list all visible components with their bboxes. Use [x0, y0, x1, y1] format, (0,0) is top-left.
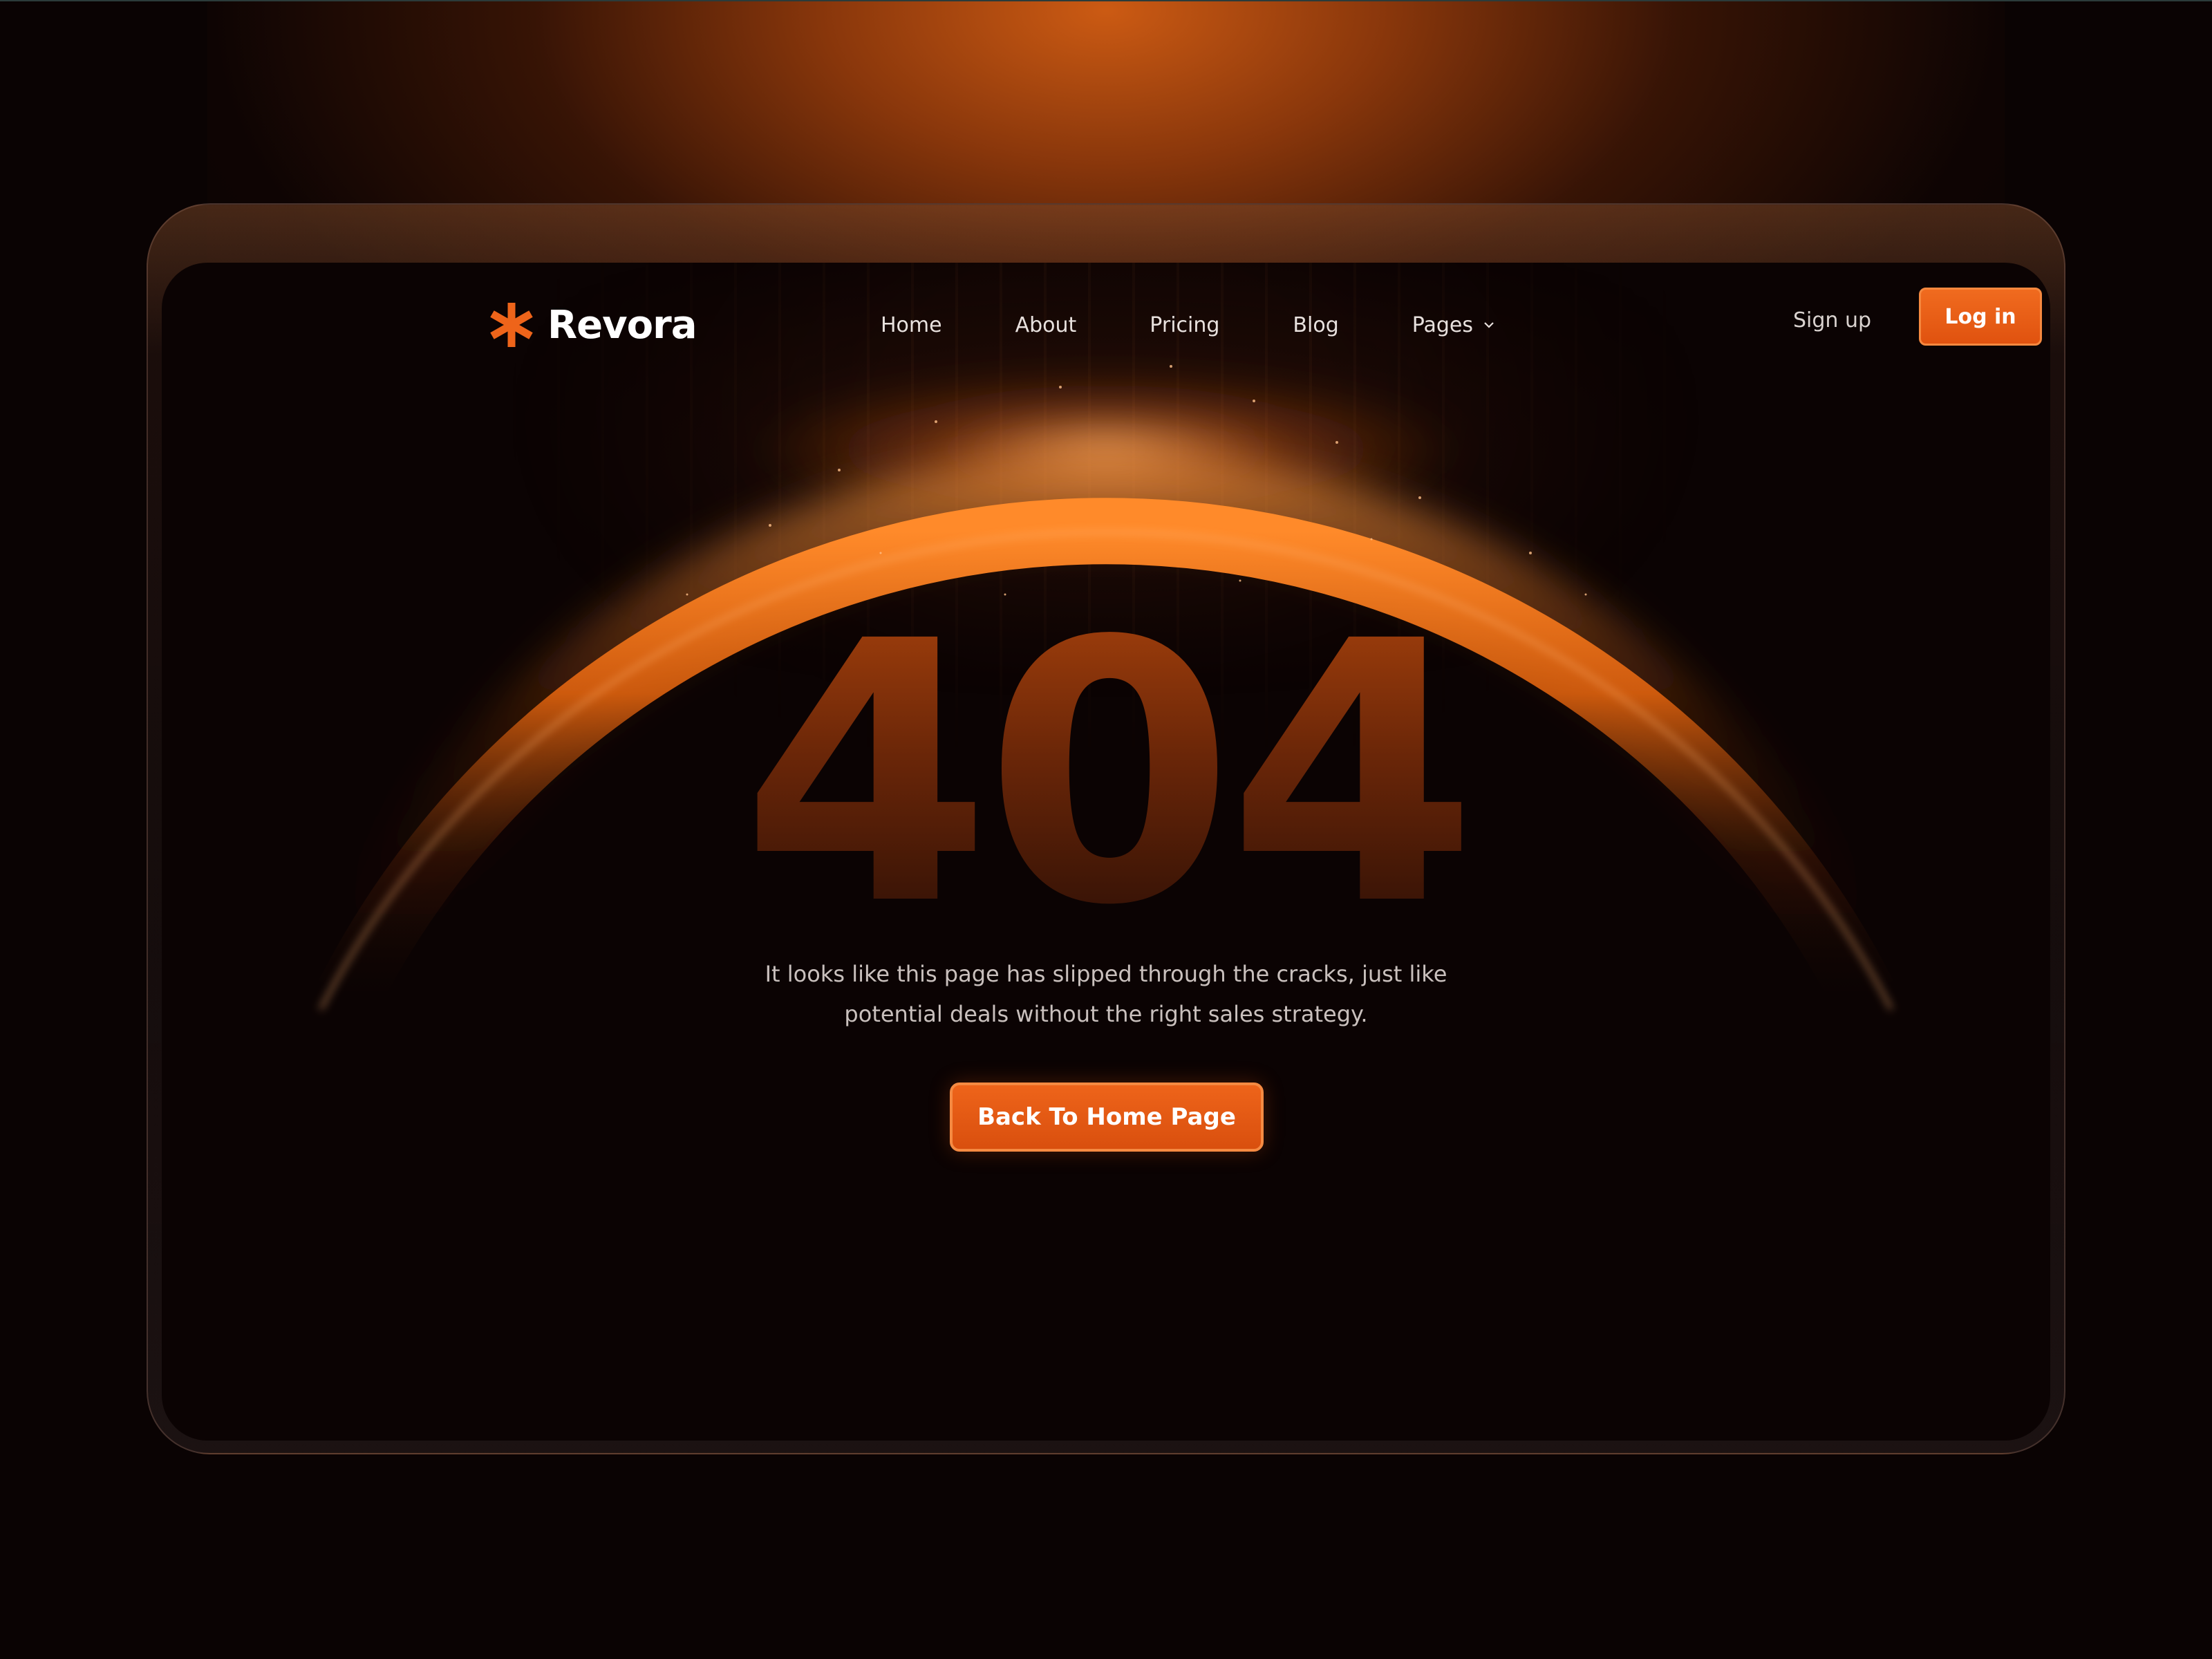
nav-pages-dropdown[interactable]: Pages: [1412, 313, 1497, 337]
nav-blog-label: Blog: [1293, 312, 1339, 337]
nav-pages-label: Pages: [1412, 312, 1474, 337]
nav-pricing-label: Pricing: [1150, 312, 1220, 337]
login-button[interactable]: Log in: [1919, 288, 2042, 346]
brand-logo[interactable]: Revora: [487, 294, 697, 355]
chevron-down-icon: [1484, 322, 1494, 328]
nav-about-label: About: [1015, 312, 1077, 337]
top-divider: [0, 0, 2212, 1]
back-home-button[interactable]: Back To Home Page: [950, 1082, 1264, 1152]
asterisk-logo-icon: [490, 303, 533, 347]
main-nav: Home About Pricing Blog Pages: [881, 294, 1497, 355]
brand-name: Revora: [547, 302, 697, 348]
nav-blog[interactable]: Blog: [1293, 313, 1338, 337]
signup-link[interactable]: Sign up: [1793, 308, 1871, 332]
nav-about[interactable]: About: [1015, 313, 1077, 337]
nav-home-label: Home: [881, 312, 942, 337]
error-message-line2: potential deals without the right sales …: [844, 1001, 1368, 1027]
nav-home[interactable]: Home: [881, 313, 942, 337]
nav-pricing[interactable]: Pricing: [1150, 313, 1219, 337]
error-message-line1: It looks like this page has slipped thro…: [765, 961, 1447, 987]
browser-screen: Revora Home About Pricing Blog Pages Sig…: [162, 263, 2050, 1441]
error-message: It looks like this page has slipped thro…: [162, 954, 2050, 1034]
error-code: 404: [162, 594, 2050, 954]
